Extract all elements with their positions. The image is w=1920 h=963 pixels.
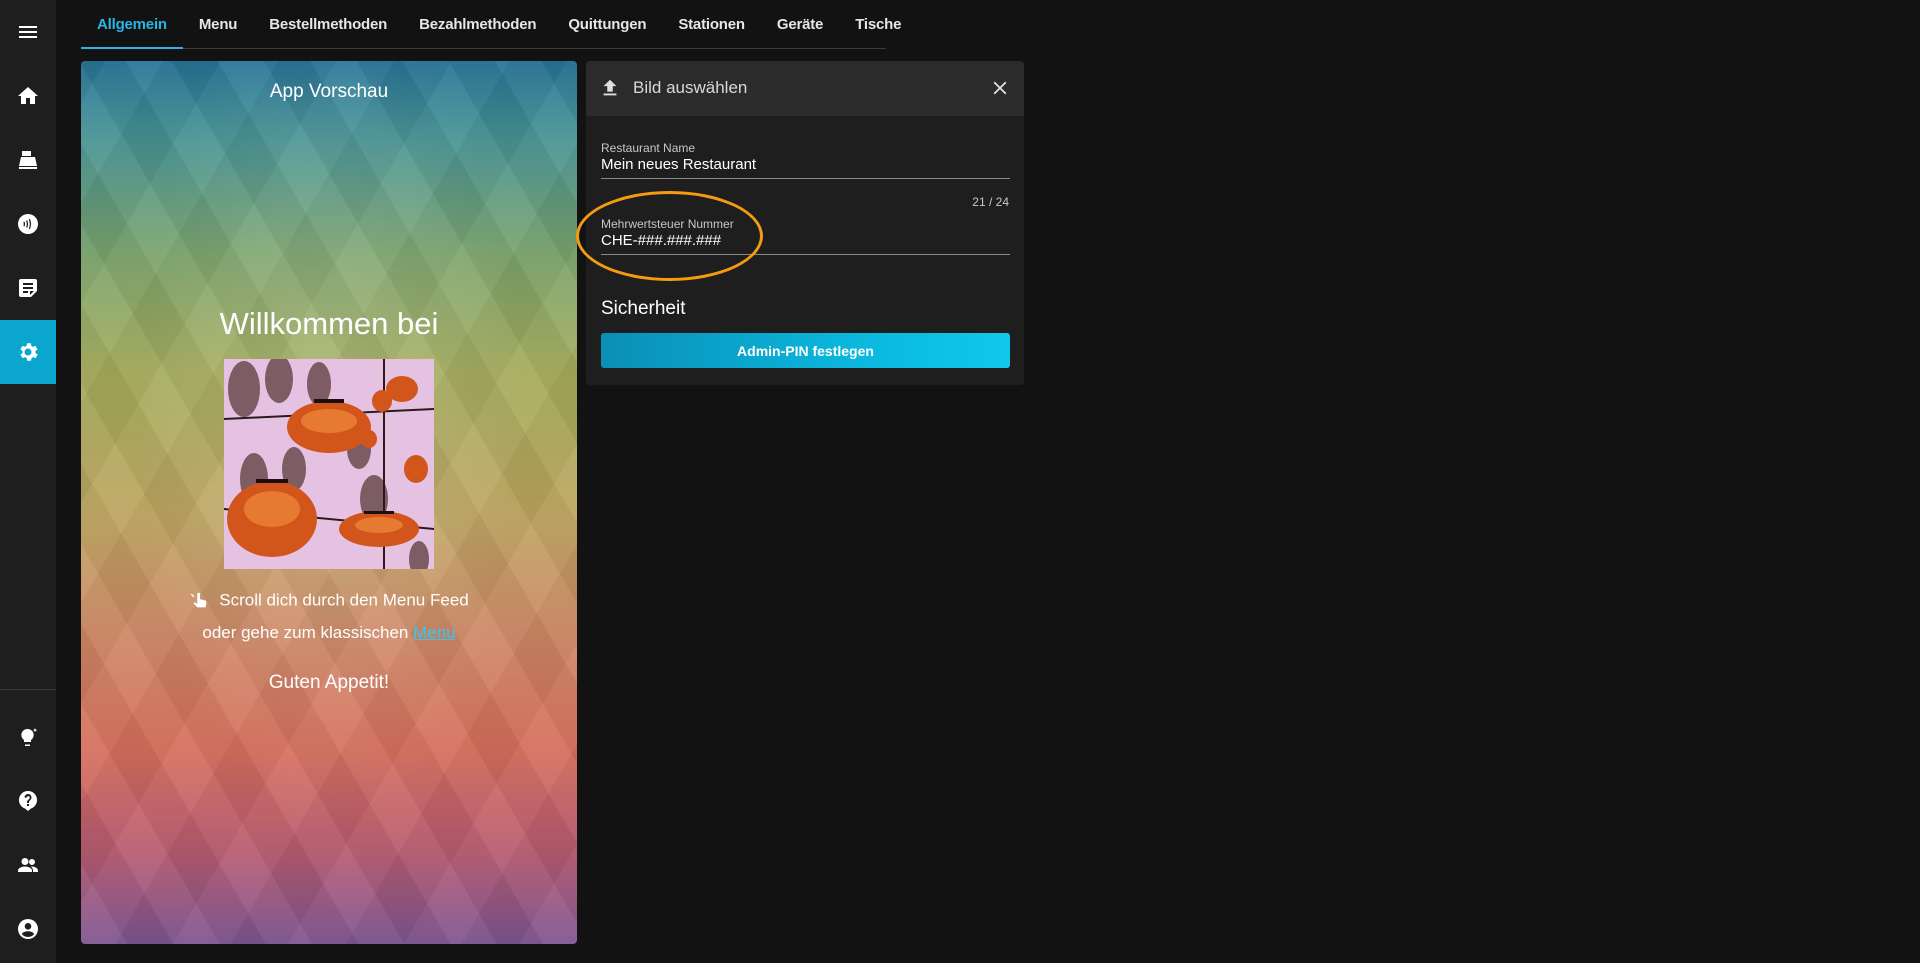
lightbulb-icon	[21, 728, 38, 746]
menu-hint-text: oder gehe zum klassischen	[202, 623, 409, 642]
tab-tische[interactable]: Tische	[839, 0, 917, 48]
upload-icon	[599, 77, 621, 99]
sidebar-divider	[0, 689, 56, 690]
sidebar-item-home[interactable]	[0, 64, 56, 128]
general-settings-card: Bild auswählen Restaurant Name 21 / 24 M…	[576, 61, 1024, 385]
preview-appetit: Guten Appetit!	[268, 672, 390, 693]
restaurant-name-field[interactable]: Restaurant Name	[601, 141, 1010, 179]
restaurant-name-input[interactable]	[601, 156, 1010, 173]
sidebar-item-help[interactable]	[0, 769, 56, 833]
sidebar-item-users[interactable]	[0, 833, 56, 897]
sidebar-item-contactless[interactable]	[0, 192, 56, 256]
preview-title: App Vorschau	[269, 81, 389, 102]
menu-link[interactable]: Menu	[413, 623, 456, 642]
home-icon	[18, 87, 38, 104]
sidebar-item-settings[interactable]	[0, 320, 56, 384]
vat-number-field[interactable]: Mehrwertsteuer Nummer	[601, 217, 1010, 255]
vat-number-input[interactable]	[601, 232, 1010, 249]
app-preview: App Vorschau Willkommen bei Scroll dich …	[81, 61, 577, 944]
menu-icon	[19, 26, 37, 38]
restaurant-name-counter: 21 / 24	[972, 195, 1009, 209]
tab-bezahlmethoden[interactable]: Bezahlmethoden	[403, 0, 552, 48]
sidebar-item-tips[interactable]	[0, 705, 56, 769]
users-icon	[18, 858, 38, 872]
image-select-label: Bild auswählen	[633, 78, 748, 97]
set-admin-pin-button[interactable]: Admin-PIN festlegen	[601, 333, 1010, 368]
preview-welcome-heading: Willkommen bei	[219, 306, 439, 341]
menu-toggle-button[interactable]	[0, 0, 56, 64]
sidebar-item-cash-register[interactable]	[0, 128, 56, 192]
contactless-icon	[18, 214, 38, 234]
swipe-hand-icon	[189, 590, 211, 612]
tab-menu[interactable]: Menu	[183, 0, 253, 48]
sidebar-item-account[interactable]	[0, 897, 56, 961]
image-select-header[interactable]: Bild auswählen	[586, 61, 1024, 116]
tab-allgemein[interactable]: Allgemein	[81, 0, 183, 49]
tab-bestellmethoden[interactable]: Bestellmethoden	[253, 0, 403, 48]
restaurant-image	[224, 359, 434, 569]
vat-number-label: Mehrwertsteuer Nummer	[601, 217, 734, 231]
close-icon[interactable]	[989, 77, 1011, 99]
orders-icon	[19, 279, 37, 297]
tab-stationen[interactable]: Stationen	[662, 0, 761, 48]
preview-scroll-hint: Scroll dich durch den Menu Feed	[81, 590, 577, 612]
account-icon	[18, 919, 38, 939]
sidebar	[0, 0, 56, 963]
preview-menu-hint: oder gehe zum klassischen Menu	[81, 623, 577, 643]
sidebar-item-orders[interactable]	[0, 256, 56, 320]
settings-tabs: Allgemein Menu Bestellmethoden Bezahlmet…	[81, 0, 901, 49]
security-section-title: Sicherheit	[601, 298, 686, 319]
tab-quittungen[interactable]: Quittungen	[552, 0, 662, 48]
restaurant-name-label: Restaurant Name	[601, 141, 696, 155]
cash-register-icon	[19, 151, 37, 169]
lanterns-image	[224, 359, 434, 569]
scroll-hint-text: Scroll dich durch den Menu Feed	[219, 590, 469, 610]
tab-geraete[interactable]: Geräte	[761, 0, 839, 48]
help-icon	[18, 790, 38, 811]
settings-icon	[20, 343, 38, 361]
